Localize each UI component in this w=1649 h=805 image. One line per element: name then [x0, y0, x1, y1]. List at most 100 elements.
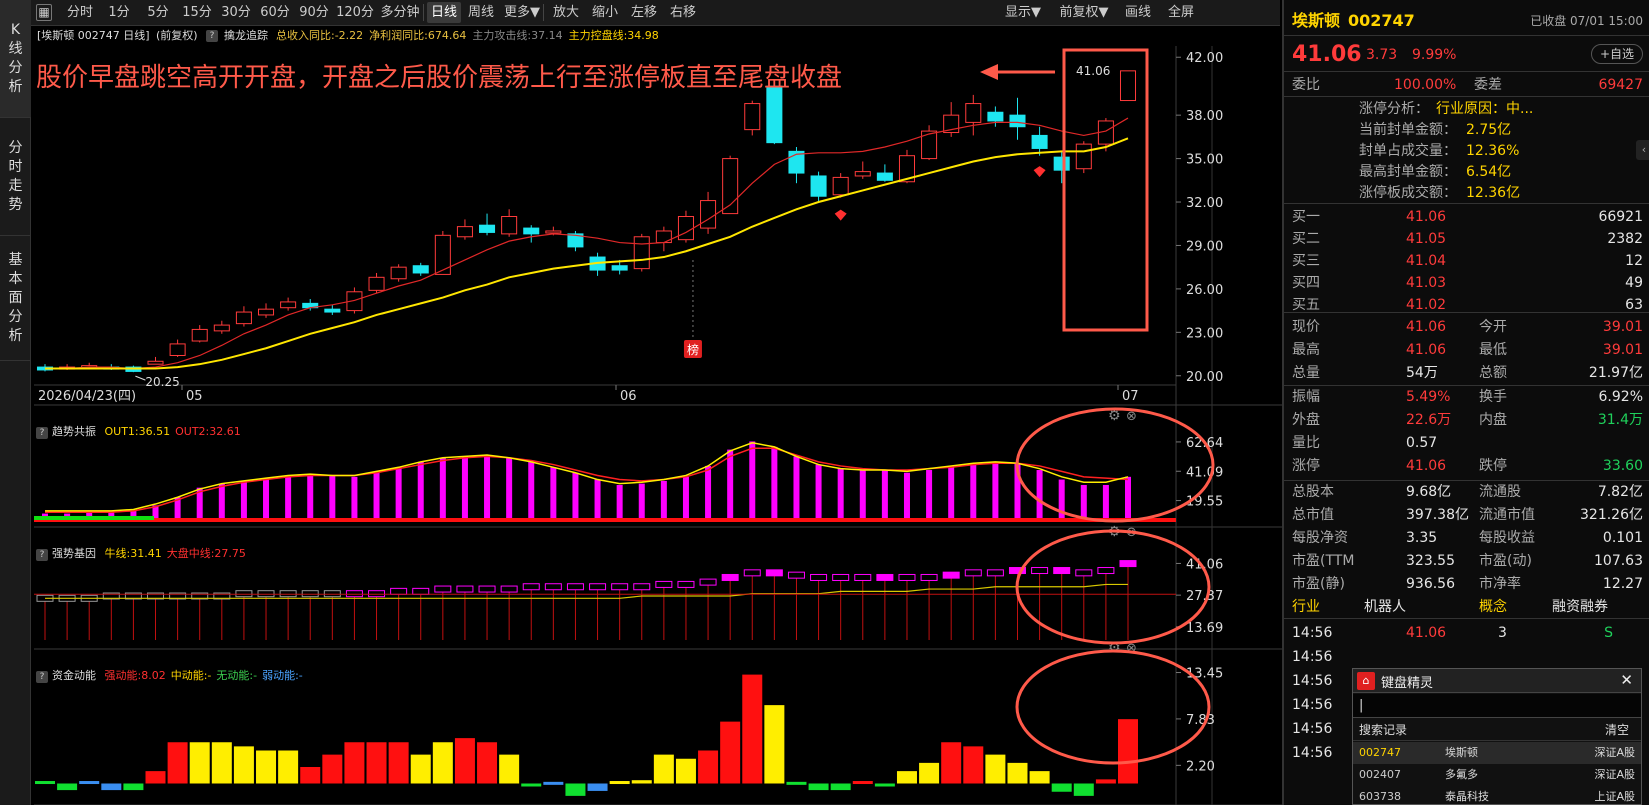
candle[interactable] — [147, 356, 164, 365]
candle[interactable] — [324, 304, 341, 315]
signal-diamond-icon[interactable] — [834, 209, 847, 221]
candle[interactable] — [788, 147, 805, 184]
chart-area[interactable]: 42.00 38.00 35.00 32.00 29.00 26.00 23.00 20.00… — [0, 0, 1282, 805]
candle[interactable] — [744, 100, 761, 136]
field-value: 7.82亿 — [1597, 484, 1643, 500]
candle[interactable] — [810, 171, 827, 203]
help-icon[interactable]: ? — [36, 549, 48, 561]
search-input[interactable]: | — [1353, 694, 1641, 718]
history-label: 搜索记录 — [1359, 723, 1408, 737]
history-row[interactable]: 002407 多氟多 深证A股 — [1353, 764, 1641, 786]
candle[interactable] — [965, 94, 982, 136]
trend-bar — [970, 463, 977, 519]
limit-analysis-label: 涨停分析： — [1359, 101, 1429, 117]
candle[interactable] — [390, 264, 407, 282]
momentum-bar — [256, 750, 277, 784]
clear-history-button[interactable]: 清空 — [1605, 719, 1629, 741]
close-icon[interactable]: ✕ — [1620, 671, 1633, 689]
trend-bar — [616, 484, 623, 519]
bid-volume: 49 — [1625, 275, 1643, 291]
help-icon[interactable]: ? — [36, 427, 48, 439]
signal-diamond-icon[interactable] — [1033, 166, 1046, 178]
bid-row[interactable]: 买四 41.03 49 — [1284, 272, 1649, 294]
bid-row[interactable]: 买五 41.02 63 — [1284, 294, 1649, 316]
bid-row[interactable]: 买一 41.06 66921 — [1284, 206, 1649, 228]
candle[interactable] — [854, 161, 871, 179]
concept-value[interactable]: 融资融券 — [1552, 595, 1608, 619]
candle[interactable] — [258, 303, 275, 318]
field-value: 6.92% — [1598, 389, 1643, 405]
history-row[interactable]: 603738 泰晶科技 上证A股 — [1353, 786, 1641, 805]
momentum-bar — [189, 742, 210, 784]
momentum-bar — [477, 742, 498, 784]
stock-code: 002747 — [1348, 11, 1415, 30]
bid-row[interactable]: 买三 41.04 12 — [1284, 250, 1649, 272]
candle[interactable] — [655, 226, 672, 252]
candle[interactable] — [169, 339, 186, 357]
trend-bar — [903, 472, 910, 519]
help-icon[interactable]: ? — [36, 671, 48, 683]
field-value: 9.68亿 — [1406, 484, 1452, 500]
weibi-value: 100.00% — [1394, 77, 1457, 93]
field-label: 总股本 — [1292, 484, 1334, 500]
gene-box — [235, 590, 253, 598]
trend-bar — [771, 446, 778, 519]
candle[interactable] — [412, 262, 429, 276]
momentum-bar — [388, 742, 409, 784]
candle[interactable] — [567, 230, 584, 252]
history-market: 上证A股 — [1594, 790, 1635, 803]
gene-box — [765, 569, 783, 577]
candle[interactable] — [677, 210, 694, 243]
candle[interactable] — [876, 164, 893, 182]
candle[interactable] — [368, 272, 385, 294]
candle[interactable] — [523, 225, 540, 243]
candle[interactable] — [191, 325, 208, 343]
fundamentals: 总股本 9.68亿 流通股 7.82亿 总市值 397.38亿 流通市值 321.26亿 每股净… — [1284, 481, 1649, 595]
candle[interactable] — [700, 191, 717, 234]
field-value: 397.38亿 — [1406, 507, 1469, 523]
momentum-bar — [123, 783, 144, 791]
candle[interactable] — [1031, 126, 1048, 156]
trend-bar — [285, 475, 292, 519]
expand-left-icon[interactable]: ‹ — [1636, 140, 1649, 160]
candle[interactable] — [235, 306, 252, 327]
history-row[interactable]: 002747 埃斯顿 深证A股 — [1353, 742, 1641, 764]
add-watchlist-button[interactable]: +自选 — [1590, 44, 1643, 64]
gene-box — [368, 590, 386, 598]
momentum-bar — [852, 781, 873, 785]
momentum-bar — [344, 742, 365, 784]
candle[interactable] — [501, 209, 518, 237]
candle[interactable] — [456, 219, 473, 240]
field-value: 5.49% — [1406, 389, 1451, 405]
trend-bar — [572, 472, 579, 519]
candle[interactable] — [921, 125, 938, 161]
panel3-header: ? 资金动能 强动能:8.02 中动能:- 无动能:- 弱动能:- — [36, 668, 303, 684]
candle[interactable] — [1053, 151, 1070, 184]
candle[interactable] — [1009, 97, 1026, 140]
trend-bar — [506, 457, 513, 519]
candle[interactable] — [987, 106, 1004, 127]
candle[interactable] — [1119, 70, 1137, 102]
tick-row: 14:56 — [1284, 645, 1649, 669]
candle[interactable] — [943, 102, 960, 137]
concept-label: 概念 — [1479, 599, 1507, 615]
limit-analysis-value[interactable]: 行业原因：中... — [1436, 97, 1533, 121]
sub-y-tick-label: 19.55 — [1186, 495, 1223, 510]
trend-bar — [439, 457, 446, 519]
bid-row[interactable]: 买二 41.05 2382 — [1284, 228, 1649, 250]
candle[interactable] — [1075, 141, 1092, 174]
momentum-bar — [675, 758, 696, 784]
field-label: 振幅 — [1292, 389, 1320, 405]
candle[interactable] — [280, 297, 297, 311]
candle[interactable] — [633, 233, 650, 272]
sub-y-tick-label: 41.09 — [1186, 465, 1223, 480]
trend-bar — [1080, 484, 1087, 519]
bid-price: 41.06 — [1406, 209, 1447, 225]
candle[interactable] — [479, 213, 496, 236]
gene-box — [655, 580, 673, 588]
momentum-bar — [698, 750, 719, 784]
momentum-bar — [742, 674, 763, 784]
candle[interactable] — [213, 320, 230, 334]
industry-value[interactable]: 机器人 — [1364, 595, 1406, 619]
gene-box — [1075, 569, 1093, 577]
